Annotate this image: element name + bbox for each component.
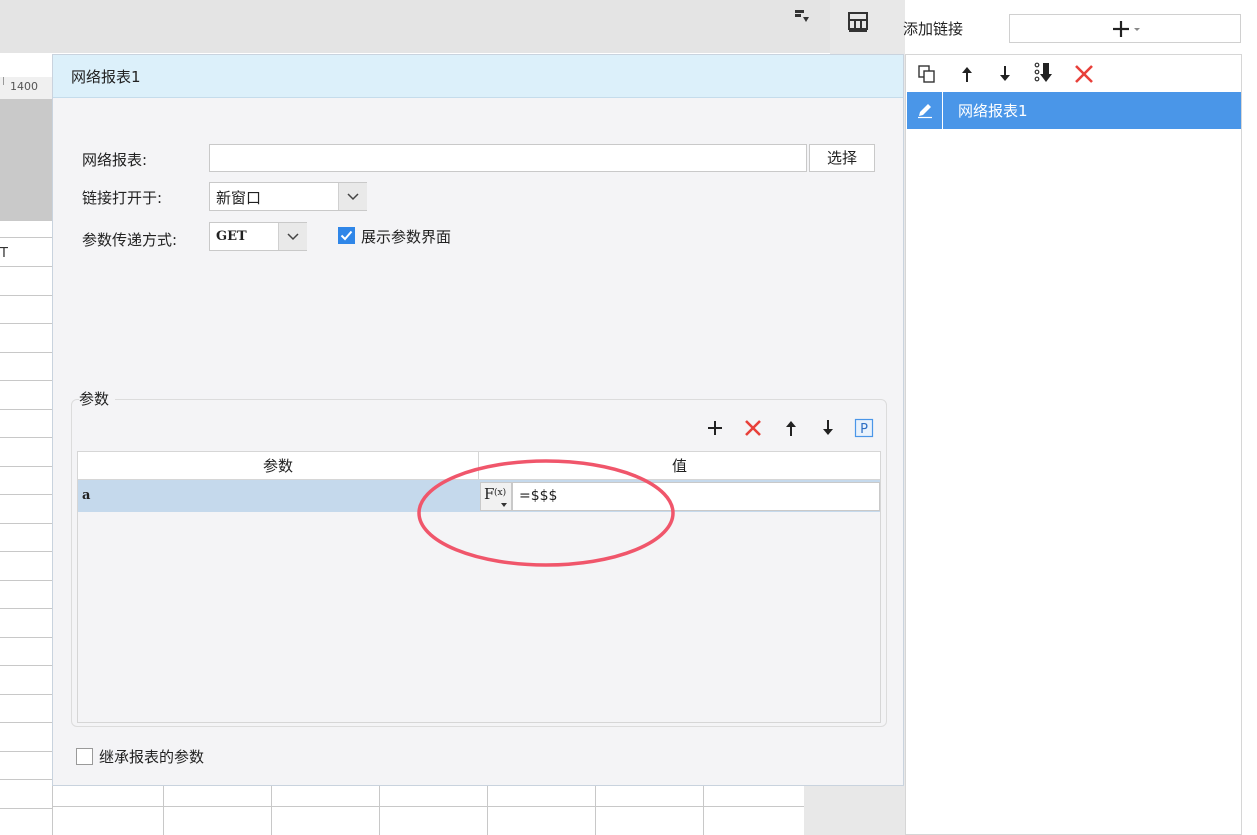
hyperlink-dialog: 网络报表1 网络报表: 选择 链接打开于: 新窗口 参数传递方式: GET 展示… — [52, 54, 904, 786]
param-name: a — [82, 488, 91, 503]
delete-icon[interactable] — [1073, 63, 1095, 85]
report-label: 网络报表: — [82, 151, 148, 169]
inherit-params-label: 继承报表的参数 — [99, 748, 205, 766]
method-select[interactable]: GET — [209, 222, 307, 251]
add-icon — [1113, 21, 1140, 37]
top-toolbar — [0, 0, 830, 53]
dialog-title: 网络报表1 — [71, 68, 141, 86]
select-button[interactable]: 选择 — [809, 144, 875, 172]
sort-down-icon[interactable] — [1032, 61, 1056, 85]
ruler: 1400 — [0, 77, 52, 100]
panel-toggle — [830, 0, 905, 53]
svg-text:P: P — [860, 422, 868, 437]
method-value: GET — [216, 229, 247, 244]
add-link-title: 添加链接 — [903, 20, 964, 38]
delete-icon[interactable] — [743, 418, 763, 438]
ruler-mark: 1400 — [10, 80, 38, 93]
dialog-header: 网络报表1 — [53, 55, 903, 98]
inherit-params-checkbox[interactable] — [76, 748, 93, 765]
open-in-label: 链接打开于: — [82, 189, 163, 207]
show-params-label: 展示参数界面 — [361, 228, 452, 246]
link-item[interactable]: 网络报表1 — [907, 92, 1241, 129]
grid-layout-icon[interactable] — [847, 11, 869, 33]
open-in-value: 新窗口 — [216, 189, 262, 207]
chevron-down-icon[interactable] — [338, 183, 367, 210]
sheet-bottom-grid — [52, 786, 804, 835]
window-edge — [1242, 0, 1257, 835]
arrow-up-icon[interactable] — [781, 418, 801, 438]
link-list-panel: 网络报表1 — [905, 54, 1242, 835]
add-icon[interactable] — [705, 418, 725, 438]
arrow-down-icon[interactable] — [818, 418, 838, 438]
add-link-button[interactable] — [1009, 14, 1241, 43]
method-label: 参数传递方式: — [82, 231, 178, 249]
link-item-label: 网络报表1 — [958, 102, 1028, 120]
sort-icon[interactable] — [794, 8, 810, 24]
arrow-down-icon[interactable] — [995, 64, 1015, 84]
copy-icon[interactable] — [917, 64, 937, 84]
sheet-header-area — [0, 99, 52, 221]
sheet-scroll-gutter — [804, 786, 830, 835]
highlight-ellipse — [417, 459, 675, 567]
show-params-checkbox[interactable] — [338, 227, 355, 244]
arrow-up-icon[interactable] — [957, 64, 977, 84]
open-in-select[interactable]: 新窗口 — [209, 182, 367, 211]
chevron-down-icon[interactable] — [278, 223, 307, 250]
param-p-icon[interactable]: P — [854, 418, 874, 438]
edit-icon[interactable] — [907, 92, 943, 129]
report-input[interactable] — [209, 144, 807, 172]
sheet-cell-text: T — [0, 246, 8, 261]
params-group-title: 参数 — [79, 388, 116, 409]
